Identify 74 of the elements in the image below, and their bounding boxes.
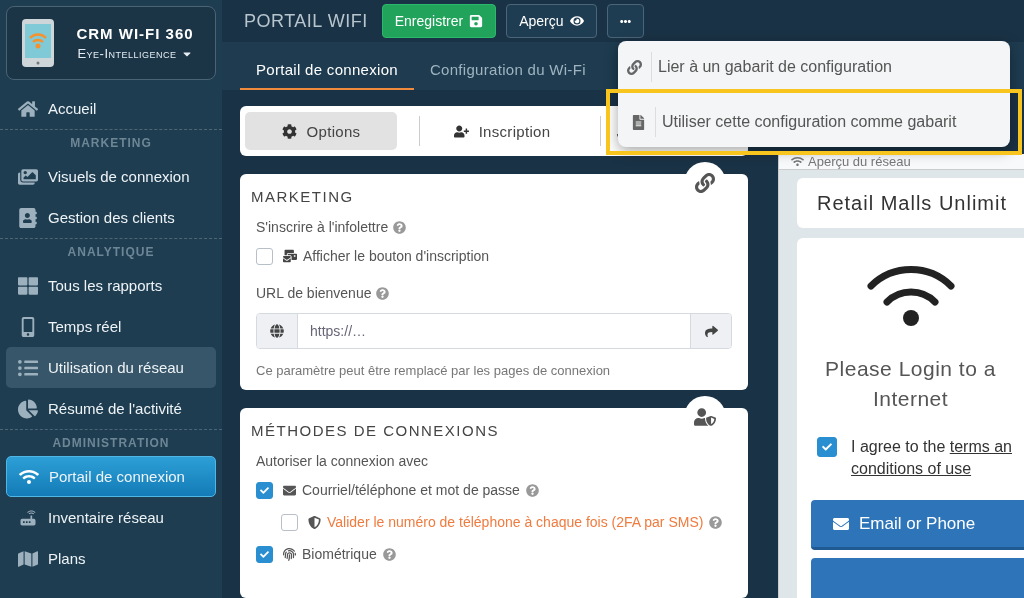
sidebar-item[interactable]: Gestion des clients (6, 197, 216, 238)
help-icon[interactable] (393, 220, 407, 234)
segment-tab[interactable]: Options (245, 112, 397, 150)
login-heading: Please Login to a (825, 356, 996, 382)
nav-icon (18, 548, 38, 569)
envelope-icon (283, 483, 296, 497)
checkbox[interactable] (256, 481, 273, 499)
field-label: S'inscrire à l'infolettre (256, 219, 389, 235)
globe-icon (270, 324, 284, 338)
sidebar-item[interactable]: Inventaire réseau (6, 497, 216, 538)
shield-icon (308, 515, 321, 529)
card-title: MARKETING (251, 188, 355, 205)
check-icon (260, 549, 269, 559)
help-icon[interactable] (709, 515, 723, 529)
option-label: Biométrique (302, 546, 377, 562)
nav-icon (18, 357, 38, 378)
sidebar-item[interactable]: Accueil (6, 88, 216, 129)
sidebar-item[interactable]: Utilisation du réseau (6, 347, 216, 388)
envelope-icon (833, 515, 849, 532)
help-icon[interactable] (525, 483, 539, 497)
help-icon[interactable] (376, 286, 390, 300)
field-label: Autoriser la connexion avec (256, 453, 428, 469)
sidebar-item[interactable]: Temps réel (6, 306, 216, 347)
menu-item[interactable]: Utiliser cette configuration comme gabarit (606, 89, 1022, 155)
check-icon (260, 485, 269, 495)
fingerprint-icon (283, 547, 296, 561)
checkbox[interactable] (256, 545, 273, 563)
nav-icon (18, 207, 38, 228)
checkbox[interactable] (817, 437, 837, 457)
check-icon (822, 442, 832, 452)
card-title: MÉTHODES DE CONNEXIONS (251, 422, 501, 439)
sidebar-item[interactable]: Plans (6, 538, 216, 579)
wifi-icon (866, 266, 955, 328)
hint-text: Ce paramètre peut être remplacé par les pages de connexion (256, 363, 612, 378)
phone-wifi-logo (21, 18, 55, 68)
sidebar-item[interactable]: Résumé de l'activité (6, 388, 216, 429)
page-title: PORTAIL WIFI (244, 10, 368, 32)
agreement-text: I agree to the terms an conditions of use (851, 437, 1012, 479)
tab[interactable]: Portail de connexion (240, 61, 414, 90)
option-label: Valider le numéro de téléphone à chaque fois (2FA par SMS) (327, 514, 704, 530)
login-button[interactable]: Email or Phone (811, 500, 1024, 550)
link-icon (627, 59, 642, 75)
eye-icon (569, 14, 584, 28)
sidebar-item[interactable]: Tous les rapports (6, 265, 216, 306)
organization-selector[interactable]: Eye-Intelligence (77, 46, 193, 61)
nav-icon (18, 98, 38, 119)
login-heading: Internet (872, 386, 949, 412)
url-field[interactable]: https://… (256, 313, 732, 349)
brand-title: CRM WI-FI 360 (76, 25, 194, 42)
segment-tab[interactable]: Inscription (426, 112, 578, 150)
terms-link[interactable]: terms an (949, 438, 1012, 455)
more-button[interactable] (606, 4, 644, 38)
terms-link[interactable]: conditions of use (851, 460, 972, 477)
option-label: Afficher le bouton d'inscription (303, 248, 490, 264)
brand-panel[interactable]: CRM WI-FI 360 Eye-Intelligence (6, 6, 216, 80)
option-label: Courriel/téléphone et mot de passe (302, 482, 520, 498)
wifi-icon (791, 155, 804, 168)
help-icon[interactable] (382, 547, 396, 561)
venue-name: Retail Malls Unlimit (797, 178, 1024, 228)
user-plus-icon (453, 123, 469, 139)
share-icon[interactable] (704, 324, 718, 338)
gear-icon (281, 123, 297, 139)
tab[interactable]: Configuration du Wi-Fi (413, 61, 602, 90)
preview-button[interactable]: Aperçu (506, 4, 597, 38)
checkbox[interactable] (256, 247, 273, 265)
preview-title: Aperçu du réseau (808, 154, 911, 169)
nav-icon (18, 166, 38, 187)
sidebar-item[interactable]: Visuels de connexion (6, 156, 216, 197)
nav-icon (18, 398, 38, 419)
checkbox[interactable] (281, 513, 298, 531)
menu-item[interactable]: Lier à un gabarit de configuration (618, 47, 1010, 87)
nav-icon (18, 275, 38, 296)
mailbox-icon (283, 249, 297, 263)
field-label: URL de bienvenue (256, 285, 372, 301)
